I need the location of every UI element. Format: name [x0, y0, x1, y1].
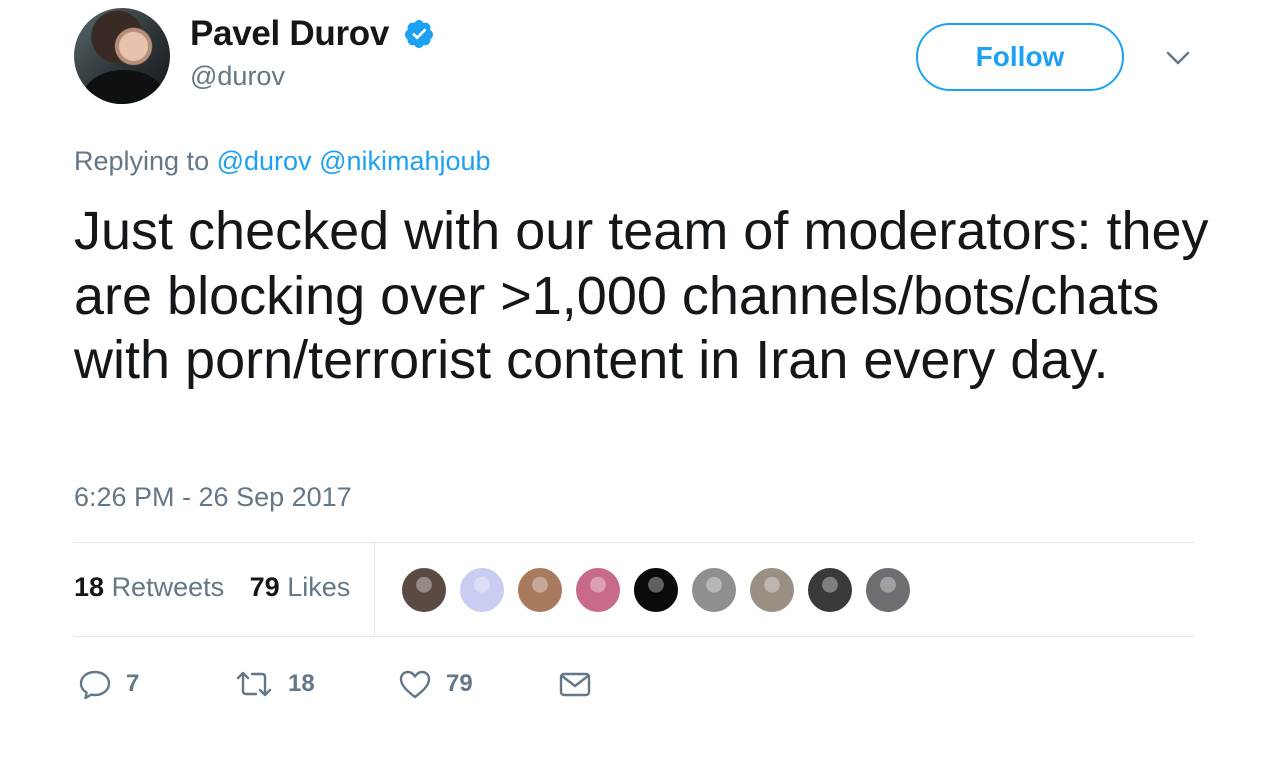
reply-icon [79, 670, 111, 700]
retweets-stat-label: Retweets [111, 572, 225, 602]
user-handle[interactable]: @durov [190, 61, 285, 92]
liker-avatar-9[interactable] [864, 566, 912, 614]
tweet-timestamp[interactable]: 6:26 PM - 26 Sep 2017 [74, 482, 352, 513]
retweet-count: 18 [288, 670, 315, 697]
like-button[interactable]: 79 [398, 664, 473, 704]
stats-divider [374, 543, 375, 636]
likes-stat-count: 79 [249, 572, 280, 602]
liker-avatars [400, 566, 922, 614]
like-count: 79 [446, 670, 473, 697]
divider [74, 542, 1194, 543]
liker-avatar-2[interactable] [458, 566, 506, 614]
retweet-icon [236, 671, 272, 697]
follow-button[interactable]: Follow [916, 23, 1124, 91]
user-display-name[interactable]: Pavel Durov [190, 14, 389, 54]
direct-message-button[interactable] [558, 664, 592, 704]
liker-avatar-6[interactable] [690, 566, 738, 614]
mail-icon [559, 672, 591, 697]
tweet-stats: 18 Retweets 79 Likes [74, 572, 350, 603]
mention-link[interactable]: @durov [217, 146, 312, 176]
divider [74, 636, 1194, 637]
reply-button[interactable]: 7 [78, 664, 139, 704]
replying-to-label: Replying to [74, 146, 210, 176]
liker-avatar-5[interactable] [632, 566, 680, 614]
replying-to: Replying to @durov @nikimahjoub [74, 146, 491, 177]
mention-link[interactable]: @nikimahjoub [319, 146, 491, 176]
user-avatar[interactable] [74, 8, 170, 104]
likes-stat[interactable]: 79 Likes [250, 572, 351, 602]
liker-avatar-4[interactable] [574, 566, 622, 614]
liker-avatar-7[interactable] [748, 566, 796, 614]
heart-icon [399, 670, 431, 699]
likes-stat-label: Likes [287, 572, 351, 602]
reply-count: 7 [126, 670, 140, 697]
tweet-text: Just checked with our team of moderators… [74, 201, 1209, 390]
liker-avatar-3[interactable] [516, 566, 564, 614]
retweets-stat[interactable]: 18 Retweets [74, 572, 224, 602]
retweet-button[interactable]: 18 [234, 664, 315, 704]
liker-avatar-8[interactable] [806, 566, 854, 614]
liker-avatar-1[interactable] [400, 566, 448, 614]
retweets-stat-count: 18 [74, 572, 105, 602]
chevron-down-icon[interactable] [1162, 44, 1194, 72]
verified-icon [404, 20, 433, 48]
